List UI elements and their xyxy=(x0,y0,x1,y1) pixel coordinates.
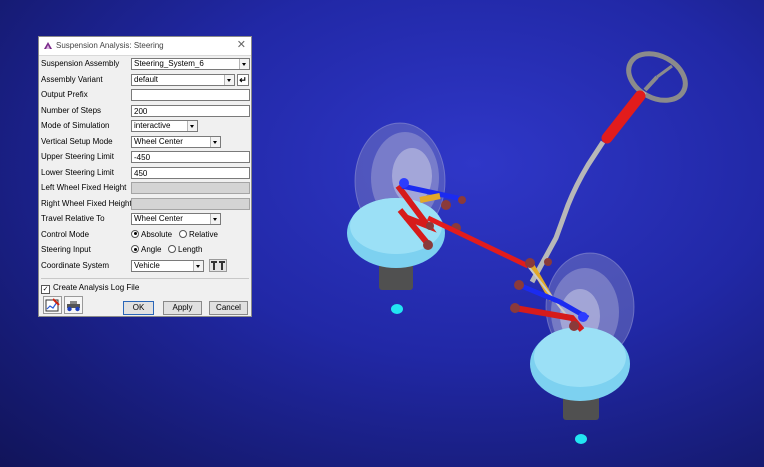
vertical-setup-mode-label: Vertical Setup Mode xyxy=(41,136,113,146)
mode-of-simulation-label: Mode of Simulation xyxy=(41,121,110,130)
steering-input-angle-radio[interactable]: Angle xyxy=(131,245,161,254)
cancel-button[interactable]: Cancel xyxy=(209,301,248,315)
lower-steering-limit-label: Lower Steering Limit xyxy=(41,167,114,177)
enter-icon[interactable]: ↵ xyxy=(237,73,249,86)
chevron-down-icon[interactable] xyxy=(224,74,234,85)
coordinate-system-select[interactable]: Vehicle xyxy=(131,260,204,272)
chevron-down-icon[interactable] xyxy=(239,59,249,69)
mode-of-simulation-select[interactable]: interactive xyxy=(131,120,198,132)
output-prefix-label: Output Prefix xyxy=(41,90,88,99)
separator xyxy=(41,278,249,279)
row-assembly-variant: Assembly Variant default ↵ xyxy=(39,73,251,88)
radio-unselected-icon xyxy=(168,245,176,253)
row-control-mode: Control Mode Absolute Relative xyxy=(39,228,251,243)
row-vertical-setup-mode: Vertical Setup Mode Wheel Center xyxy=(39,135,251,150)
row-lower-steering-limit: Lower Steering Limit 450 xyxy=(39,166,251,181)
measure-tool-icon xyxy=(211,261,225,270)
apply-button[interactable]: Apply xyxy=(163,301,202,315)
vertical-setup-mode-select[interactable]: Wheel Center xyxy=(131,135,221,148)
left-wheel-assembly xyxy=(347,122,466,314)
control-mode-relative-radio[interactable]: Relative xyxy=(179,229,218,239)
chevron-down-icon[interactable] xyxy=(210,136,220,147)
create-log-checkbox-row[interactable]: ✓ Create Analysis Log File xyxy=(41,283,139,294)
suspension-assembly-select[interactable]: Steering_System_6 xyxy=(131,58,250,70)
chevron-down-icon[interactable] xyxy=(187,121,197,131)
assembly-variant-select[interactable]: default xyxy=(131,73,235,86)
steering-analysis-dialog: Suspension Analysis: Steering ✕ Suspensi… xyxy=(38,36,252,317)
close-icon[interactable]: ✕ xyxy=(237,39,246,51)
vehicle-view-button[interactable] xyxy=(64,296,83,314)
travel-relative-to-label: Travel Relative To xyxy=(41,214,105,223)
row-mode-of-simulation: Mode of Simulation interactive xyxy=(39,119,251,134)
edit-script-button[interactable] xyxy=(43,296,62,314)
row-upper-steering-limit: Upper Steering Limit -450 xyxy=(39,150,251,165)
left-wheel-fixed-height-label: Left Wheel Fixed Height xyxy=(41,183,127,192)
upper-steering-limit-input[interactable]: -450 xyxy=(131,151,250,163)
left-wheel-fixed-height-input xyxy=(131,182,250,194)
steering-input-length-radio[interactable]: Length xyxy=(168,245,202,254)
row-right-wheel-fixed-height: Right Wheel Fixed Height xyxy=(39,197,251,212)
radio-selected-icon xyxy=(131,229,139,238)
steering-input-label: Steering Input xyxy=(41,245,91,254)
checkbox-checked-icon[interactable]: ✓ xyxy=(41,285,50,294)
vehicle-icon xyxy=(67,301,80,312)
radio-selected-icon xyxy=(131,245,139,253)
coordinate-system-label: Coordinate System xyxy=(41,261,110,270)
create-log-label: Create Analysis Log File xyxy=(53,283,140,292)
travel-relative-to-select[interactable]: Wheel Center xyxy=(131,213,221,225)
ok-button[interactable]: OK xyxy=(123,301,154,315)
row-suspension-assembly: Suspension Assembly Steering_System_6 xyxy=(39,57,251,72)
number-of-steps-label: Number of Steps xyxy=(41,105,102,115)
radio-unselected-icon xyxy=(179,229,187,238)
row-output-prefix: Output Prefix xyxy=(39,88,251,103)
right-wheel-fixed-height-input xyxy=(131,197,250,210)
right-wheel-fixed-height-label: Right Wheel Fixed Height xyxy=(41,198,132,208)
edit-chart-icon xyxy=(45,298,60,312)
upper-steering-limit-label: Upper Steering Limit xyxy=(41,152,114,161)
chevron-down-icon[interactable] xyxy=(210,214,220,224)
row-left-wheel-fixed-height: Left Wheel Fixed Height xyxy=(39,181,251,196)
dialog-title: Suspension Analysis: Steering xyxy=(56,41,164,50)
chevron-down-icon[interactable] xyxy=(193,261,203,271)
control-mode-label: Control Mode xyxy=(41,229,90,239)
output-prefix-input[interactable] xyxy=(131,89,250,101)
row-steering-input: Steering Input Angle Length xyxy=(39,243,251,258)
control-mode-absolute-radio[interactable]: Absolute xyxy=(131,229,172,239)
suspension-assembly-label: Suspension Assembly xyxy=(41,59,120,68)
row-travel-relative-to: Travel Relative To Wheel Center xyxy=(39,212,251,227)
lower-steering-limit-input[interactable]: 450 xyxy=(131,166,250,179)
row-coordinate-system: Coordinate System Vehicle xyxy=(39,259,251,274)
app-icon xyxy=(44,42,52,49)
coordinate-system-tool-button[interactable] xyxy=(209,259,227,272)
dialog-titlebar[interactable]: Suspension Analysis: Steering ✕ xyxy=(39,37,251,56)
number-of-steps-input[interactable]: 200 xyxy=(131,104,250,117)
right-wheel-assembly xyxy=(510,252,635,444)
assembly-variant-label: Assembly Variant xyxy=(41,74,103,84)
row-number-of-steps: Number of Steps 200 xyxy=(39,104,251,119)
